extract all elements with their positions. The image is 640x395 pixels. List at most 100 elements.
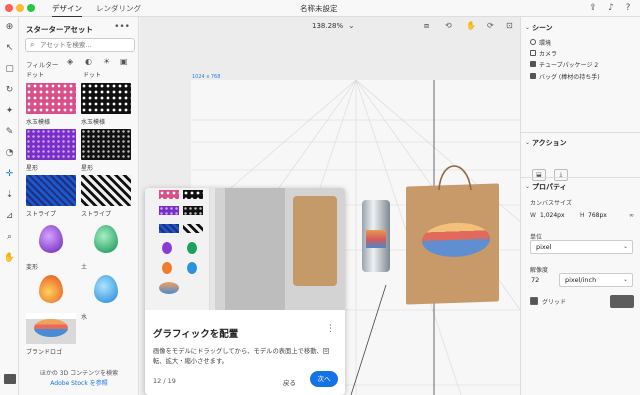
resolution-input[interactable]: 72 (530, 273, 556, 287)
select-tool-icon[interactable]: ↖ (3, 42, 16, 55)
asset-thumbnail (81, 129, 131, 160)
chevron-down-icon[interactable]: ⌄ (525, 183, 530, 190)
adobe-stock-link[interactable]: Adobe Stock を参照 (19, 378, 139, 387)
chevron-down-icon[interactable]: ⌄ (525, 24, 530, 31)
rotate-tool-icon[interactable]: ↻ (3, 84, 16, 97)
asset-tile[interactable]: 星形 (81, 129, 131, 172)
orbit-icon[interactable]: ⟲ (445, 21, 452, 30)
tool-bar: ⊕ ↖ ▢ ↻ ✦ ✎ ◔ ✛ ⇣ ⊿ ⌕ ✋ (0, 17, 19, 395)
zoom-window-button[interactable] (27, 4, 35, 12)
filter-model-icon[interactable]: ◈ (67, 57, 73, 66)
eyedropper-icon[interactable]: ◔ (3, 147, 16, 160)
asset-thumbnail (81, 219, 131, 259)
more-options-icon[interactable]: ••• (114, 22, 130, 32)
camera-icon[interactable]: ⊡ (506, 21, 513, 30)
tutorial-preview (145, 188, 345, 310)
zoom-level[interactable]: 138.28% (312, 22, 343, 30)
dolly-icon[interactable]: ⟳ (487, 21, 494, 30)
tab-design[interactable]: デザイン (52, 3, 82, 18)
asset-tile[interactable]: 土 (81, 219, 131, 271)
asset-tile[interactable]: ストライプ (81, 175, 131, 218)
asset-tile[interactable]: ストライプ (26, 175, 76, 218)
back-button[interactable]: 戻る (283, 377, 296, 387)
asset-thumbnail (26, 269, 76, 309)
scene-item-tube[interactable]: チューブパッケージ 2 (539, 60, 598, 69)
asset-label: ブランドロゴ (26, 349, 63, 356)
view-frame-icon[interactable]: ⧈ (424, 21, 429, 31)
height-value[interactable]: 768px (588, 212, 607, 219)
asset-label: ストライプ (81, 211, 112, 218)
asset-label: 水玉模様 (81, 119, 106, 126)
divider (521, 177, 640, 178)
unit-value: pixel (536, 243, 552, 251)
close-window-button[interactable] (5, 4, 13, 12)
link-icon[interactable]: ∞ (629, 212, 634, 219)
tube-package-model[interactable] (362, 200, 390, 272)
tab-render[interactable]: レンダリング (96, 3, 141, 14)
asset-tile[interactable]: ブランドロゴ (26, 313, 76, 356)
drop-tool-icon[interactable]: ⇣ (3, 189, 16, 202)
onboarding-popup: グラフィックを配置 ⋮ 画像をモデルにドラッグしてから、モデルの表面上で移動、回… (145, 188, 345, 395)
grid-checkbox[interactable] (530, 297, 538, 305)
step-counter: 12 / 19 (153, 377, 176, 385)
asset-thumbnail (81, 269, 131, 309)
scene-item-camera[interactable]: カメラ (539, 49, 557, 58)
grid-color-swatch[interactable] (610, 295, 634, 308)
action-drop-icon[interactable]: ⤓ (554, 169, 568, 181)
perspective-icon[interactable]: ⊿ (3, 210, 16, 223)
filter-material-icon[interactable]: ◐ (85, 57, 92, 66)
asset-thumbnail (26, 129, 76, 160)
resolution-unit-select[interactable]: pixel/inch ⌄ (559, 273, 633, 287)
magic-wand-icon[interactable]: ✦ (3, 105, 16, 118)
next-button[interactable]: 次へ (310, 371, 338, 387)
scene-item-bag[interactable]: バッグ (棒材の持ち手) (539, 72, 600, 81)
unit-select[interactable]: pixel ⌄ (530, 240, 633, 254)
filter-image-icon[interactable]: ▣ (120, 57, 128, 66)
grid-label: グリッド (542, 299, 567, 306)
asset-thumbnail (26, 313, 76, 344)
scene-item-environment[interactable]: 環境 (539, 38, 551, 47)
minimize-window-button[interactable] (16, 4, 24, 12)
bag-model[interactable] (406, 183, 499, 305)
title-bar: デザイン レンダリング 名称未設定 ⇪ ♪ ? (0, 0, 640, 18)
asset-tile[interactable]: 水玉模様 (81, 83, 131, 126)
resolution-value: 72 (531, 276, 540, 284)
width-value[interactable]: 1,024px (540, 212, 565, 219)
pan-icon[interactable]: ✋ (466, 21, 476, 30)
paint-icon[interactable]: ✎ (3, 126, 16, 139)
asset-label: 水玉模様 (26, 119, 51, 126)
library-icon[interactable] (4, 374, 16, 384)
scene-title: シーン (532, 24, 553, 32)
model-icon (530, 61, 536, 67)
asset-label: 星形 (26, 165, 39, 172)
asset-thumbnail (26, 175, 76, 206)
chevron-down-icon[interactable]: ⌄ (348, 21, 355, 30)
frame-tool-icon[interactable]: ▢ (3, 63, 16, 76)
share-icon[interactable]: ⇪ (587, 2, 599, 14)
zoom-tool-icon[interactable]: ⌕ (3, 231, 16, 244)
more-options-icon[interactable]: ⋮ (326, 324, 335, 334)
model-icon (530, 73, 536, 79)
popup-title: グラフィックを配置 (153, 329, 239, 340)
bell-icon[interactable]: ♪ (605, 2, 617, 14)
action-title: アクション (532, 139, 567, 147)
chevron-down-icon[interactable]: ⌄ (525, 139, 530, 146)
search-box[interactable]: ⌕ (25, 38, 135, 52)
help-icon[interactable]: ? (622, 2, 634, 14)
popup-body: 画像をモデルにドラッグしてから、モデルの表面上で移動、回転、拡大・縮小させます。 (153, 348, 330, 365)
add-icon[interactable]: ⊕ (3, 21, 16, 34)
asset-tile[interactable]: 変形 (26, 219, 76, 271)
asset-tile[interactable]: 水 (81, 269, 131, 321)
asset-top-label: ドット (26, 72, 45, 79)
asset-thumbnail (81, 83, 131, 114)
action-fit-icon[interactable]: ⬓ (532, 169, 546, 181)
asset-tile[interactable]: 水玉模様 (26, 83, 76, 126)
asset-top-label: ドット (83, 72, 102, 79)
hand-tool-icon[interactable]: ✋ (3, 252, 16, 265)
filter-light-icon[interactable]: ☀ (103, 57, 110, 66)
move-tool-icon[interactable]: ✛ (3, 168, 16, 181)
asset-thumbnail (81, 175, 131, 206)
search-input[interactable] (40, 41, 130, 49)
camera-icon (530, 50, 536, 56)
asset-tile[interactable]: 星形 (26, 129, 76, 172)
